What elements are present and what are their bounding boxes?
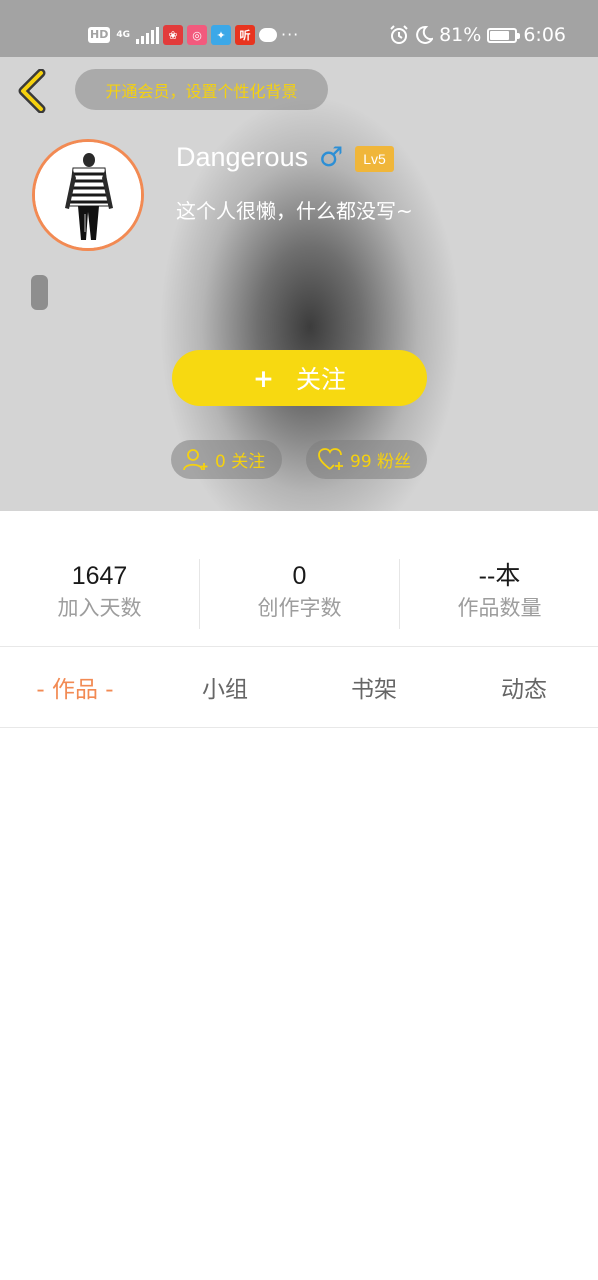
stat-word-count: 0 创作字数 bbox=[200, 559, 399, 623]
stat-works-count: --本 作品数量 bbox=[400, 559, 598, 623]
username: Dangerous bbox=[176, 142, 309, 172]
level-badge: Lv5 bbox=[355, 146, 394, 172]
stat-label: 作品数量 bbox=[457, 596, 542, 620]
tab-works[interactable]: - 作品 - bbox=[0, 662, 150, 718]
tab-groups[interactable]: 小组 bbox=[150, 662, 300, 718]
profile-header: 开通会员，设置个性化背景 Dangerous ♂ Lv5 这个人很懒，什么都没写… bbox=[0, 57, 598, 511]
battery-percent: 81% bbox=[439, 24, 482, 46]
plus-icon: + bbox=[253, 363, 274, 393]
signal-icon bbox=[136, 26, 159, 44]
fans-count: 99 粉丝 bbox=[350, 452, 412, 472]
moon-icon bbox=[416, 25, 434, 44]
stat-value: 0 bbox=[292, 562, 307, 590]
battery-icon bbox=[487, 27, 521, 43]
following-count: 0 关注 bbox=[215, 452, 266, 472]
stat-label: 加入天数 bbox=[57, 596, 142, 620]
stat-join-days: 1647 加入天数 bbox=[0, 559, 199, 623]
more-dots-icon: ··· bbox=[281, 25, 300, 44]
fans-count-button[interactable]: 99 粉丝 bbox=[306, 440, 427, 479]
profile-stats: 1647 加入天数 0 创作字数 --本 作品数量 bbox=[0, 511, 598, 647]
tab-content-area bbox=[0, 728, 598, 1280]
tab-bookshelf[interactable]: 书架 bbox=[299, 662, 449, 718]
user-bio: 这个人很懒，什么都没写~ bbox=[176, 199, 413, 223]
following-count-button[interactable]: 0 关注 bbox=[171, 440, 282, 479]
vip-background-button[interactable]: 开通会员，设置个性化背景 bbox=[75, 69, 328, 110]
avatar-image bbox=[35, 142, 141, 248]
divider bbox=[0, 646, 598, 647]
hd-badge: HD bbox=[88, 27, 111, 43]
clock: 6:06 bbox=[523, 24, 566, 46]
stat-value: --本 bbox=[478, 562, 521, 590]
heart-plus-icon bbox=[318, 447, 343, 470]
message-bubble-icon bbox=[259, 28, 277, 42]
scroll-handle[interactable] bbox=[31, 275, 48, 310]
follow-button[interactable]: + 关注 bbox=[172, 350, 427, 406]
follow-label: 关注 bbox=[295, 365, 346, 394]
status-left-icons: HD 4G ❀ ◎ ✦ 听 ··· bbox=[88, 22, 299, 48]
tab-activity[interactable]: 动态 bbox=[449, 662, 598, 718]
stat-value: 1647 bbox=[71, 562, 128, 590]
network-type: 4G bbox=[116, 29, 130, 40]
back-arrow-icon[interactable] bbox=[14, 69, 50, 113]
male-gender-icon: ♂ bbox=[319, 142, 344, 173]
status-bar: HD 4G ❀ ◎ ✦ 听 ··· 81% 6:06 bbox=[0, 0, 598, 57]
status-right-icons: 81% 6:06 bbox=[389, 22, 566, 48]
add-user-icon bbox=[183, 448, 208, 470]
alarm-icon bbox=[390, 25, 408, 44]
avatar[interactable] bbox=[32, 139, 144, 251]
stat-label: 创作字数 bbox=[257, 596, 342, 620]
app-notification-icon: ◎ bbox=[187, 25, 207, 45]
app-notification-icon: ✦ bbox=[211, 25, 231, 45]
app-notification-icon: ❀ bbox=[163, 25, 183, 45]
app-notification-icon: 听 bbox=[235, 25, 255, 45]
